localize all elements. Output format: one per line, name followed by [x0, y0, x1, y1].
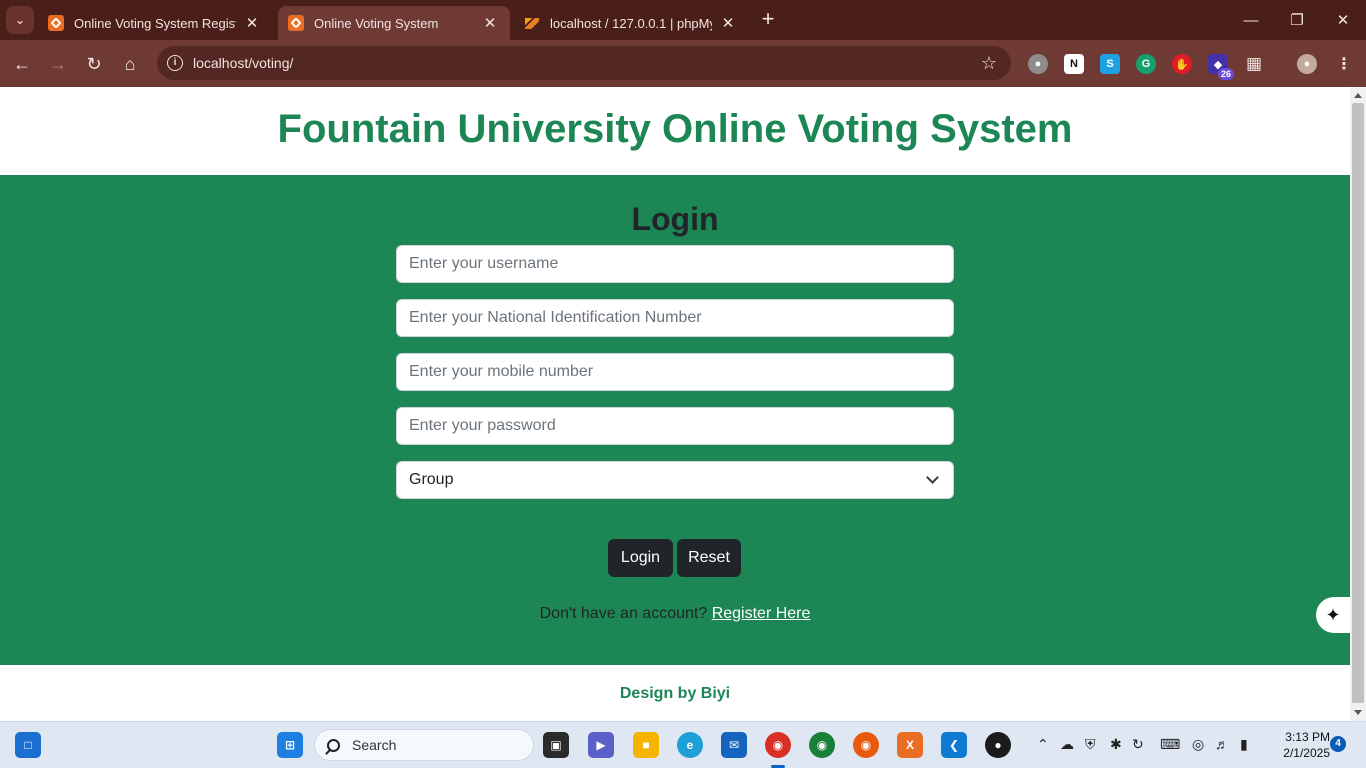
register-prompt: Don't have an account? [539, 605, 708, 622]
reset-button[interactable]: Reset [677, 539, 741, 577]
close-tab-icon[interactable]: ✕ [718, 14, 738, 32]
address-bar[interactable]: i localhost/voting/ ☆ [157, 46, 1011, 80]
mobile-input[interactable] [396, 353, 954, 391]
phpmyadmin-icon [524, 15, 540, 31]
close-tab-icon[interactable]: ✕ [480, 14, 500, 32]
footer-credit: Design by Biyi [619, 685, 731, 702]
tray-sync-icon[interactable]: ↻ [1132, 736, 1144, 753]
bookmark-star-icon[interactable]: ☆ [981, 53, 997, 74]
scrollbar-thumb[interactable] [1352, 103, 1364, 703]
widgets-icon[interactable]: □ [15, 732, 41, 758]
site-title: Fountain University Online Voting System [277, 107, 1073, 151]
register-prompt-line: Don't have an account? Register Here [0, 605, 1350, 623]
notification-badge[interactable]: 4 [1330, 736, 1346, 752]
clock-time: 3:13 PM [1285, 730, 1330, 744]
login-section: Login Group Login Reset Don't have an ac… [0, 175, 1350, 665]
minimize-icon[interactable]: — [1228, 0, 1274, 40]
nin-input[interactable] [396, 299, 954, 337]
site-header: Fountain University Online Voting System [0, 87, 1350, 175]
windows-taskbar: □ ⊞ Search ▣ ▶ ■ e ✉ ◉ ◉ ◉ X ❮ ● ⌃ ☁ ⛨ ✱… [0, 721, 1366, 768]
xampp-icon [48, 15, 64, 31]
page-scrollbar[interactable] [1350, 87, 1366, 721]
username-input[interactable] [396, 245, 954, 283]
tab-title: localhost / 127.0.0.1 | phpMyAd [550, 15, 712, 31]
tab-registration[interactable]: Online Voting System Registrati ✕ [38, 6, 272, 40]
extension-s-icon[interactable]: S [1100, 54, 1120, 74]
vscode-icon[interactable]: ❮ [941, 732, 967, 758]
login-heading: Login [631, 201, 719, 237]
grammarly-icon[interactable]: G [1136, 54, 1156, 74]
extension-badge: 26 [1217, 68, 1234, 80]
search-icon [327, 738, 340, 752]
extensions-puzzle-icon[interactable]: ▦ [1244, 54, 1264, 74]
tab-title: Online Voting System Registrati [74, 15, 236, 31]
app-icon[interactable]: ● [985, 732, 1011, 758]
profile-avatar[interactable]: ● [1297, 54, 1317, 74]
xampp-icon[interactable]: X [897, 732, 923, 758]
chevron-down-icon [926, 471, 939, 484]
register-link[interactable]: Register Here [712, 605, 811, 622]
scroll-down-arrow-icon[interactable] [1354, 710, 1362, 715]
browser-toolbar: ← → ↻ ⌂ i localhost/voting/ ☆ ● N S G ✋ … [0, 40, 1366, 87]
new-tab-button[interactable]: + [758, 8, 778, 32]
xampp-icon [288, 15, 304, 31]
home-icon[interactable]: ⌂ [116, 50, 144, 78]
password-input[interactable] [396, 407, 954, 445]
firefox-icon[interactable]: ◉ [853, 732, 879, 758]
address-text: localhost/voting/ [193, 55, 294, 71]
bluetooth-icon[interactable]: ✱ [1110, 736, 1122, 753]
tray-shield-icon[interactable]: ⛨ [1085, 736, 1096, 753]
forward-icon[interactable]: → [44, 50, 72, 78]
taskbar-search-label: Search [352, 737, 397, 753]
site-footer: Design by Biyi [0, 665, 1350, 721]
tab-voting-system[interactable]: Online Voting System ✕ [278, 6, 510, 40]
volume-icon[interactable]: ♬ [1215, 736, 1229, 752]
notion-icon[interactable]: N [1064, 54, 1084, 74]
block-extension-icon[interactable]: ✋ [1172, 54, 1192, 74]
tab-title: Online Voting System [314, 15, 439, 31]
battery-icon[interactable]: ▮ [1240, 736, 1248, 753]
ai-assistant-sparkle-icon[interactable]: ✦ [1316, 597, 1350, 633]
login-button[interactable]: Login [608, 539, 673, 577]
site-info-icon[interactable]: i [167, 55, 183, 71]
file-explorer-icon[interactable]: ■ [633, 732, 659, 758]
close-tab-icon[interactable]: ✕ [242, 14, 262, 32]
chrome-icon[interactable]: ◉ [809, 732, 835, 758]
edge-icon[interactable]: e [677, 732, 703, 758]
extension-icon[interactable]: ● [1028, 54, 1048, 74]
clock[interactable]: 3:13 PM 2/1/2025 [1270, 729, 1330, 761]
group-select[interactable]: Group [396, 461, 954, 499]
tab-phpmyadmin[interactable]: localhost / 127.0.0.1 | phpMyAd ✕ [514, 6, 748, 40]
web-page: Fountain University Online Voting System… [0, 87, 1350, 721]
restore-icon[interactable]: ❐ [1274, 0, 1320, 40]
extension-badge-icon[interactable]: ◆ 26 [1208, 54, 1234, 80]
back-icon[interactable]: ← [8, 50, 36, 78]
clock-date: 2/1/2025 [1283, 746, 1330, 760]
start-windows-icon[interactable]: ⊞ [277, 732, 303, 758]
meet-video-icon[interactable]: ▶ [588, 732, 614, 758]
browser-menu-icon[interactable]: ⋮ [1334, 54, 1354, 74]
browser-tab-bar: ⌄ Online Voting System Registrati ✕ Onli… [0, 0, 1366, 40]
reload-icon[interactable]: ↻ [80, 50, 108, 78]
task-view-icon[interactable]: ▣ [543, 732, 569, 758]
close-window-icon[interactable]: ✕ [1320, 0, 1366, 40]
chrome-profile-icon[interactable]: ◉ [765, 732, 791, 758]
mail-icon[interactable]: ✉ [721, 732, 747, 758]
taskbar-search[interactable]: Search [314, 729, 534, 761]
tab-search-button[interactable]: ⌄ [6, 6, 34, 34]
tray-cloud-icon[interactable]: ☁ [1060, 736, 1074, 753]
scroll-up-arrow-icon[interactable] [1354, 93, 1362, 98]
group-select-value: Group [409, 471, 454, 488]
globe-network-icon[interactable]: ◎ [1192, 736, 1204, 753]
keyboard-icon[interactable]: ⌨ [1160, 736, 1180, 753]
tray-overflow-chevron-icon[interactable]: ⌃ [1037, 736, 1049, 753]
